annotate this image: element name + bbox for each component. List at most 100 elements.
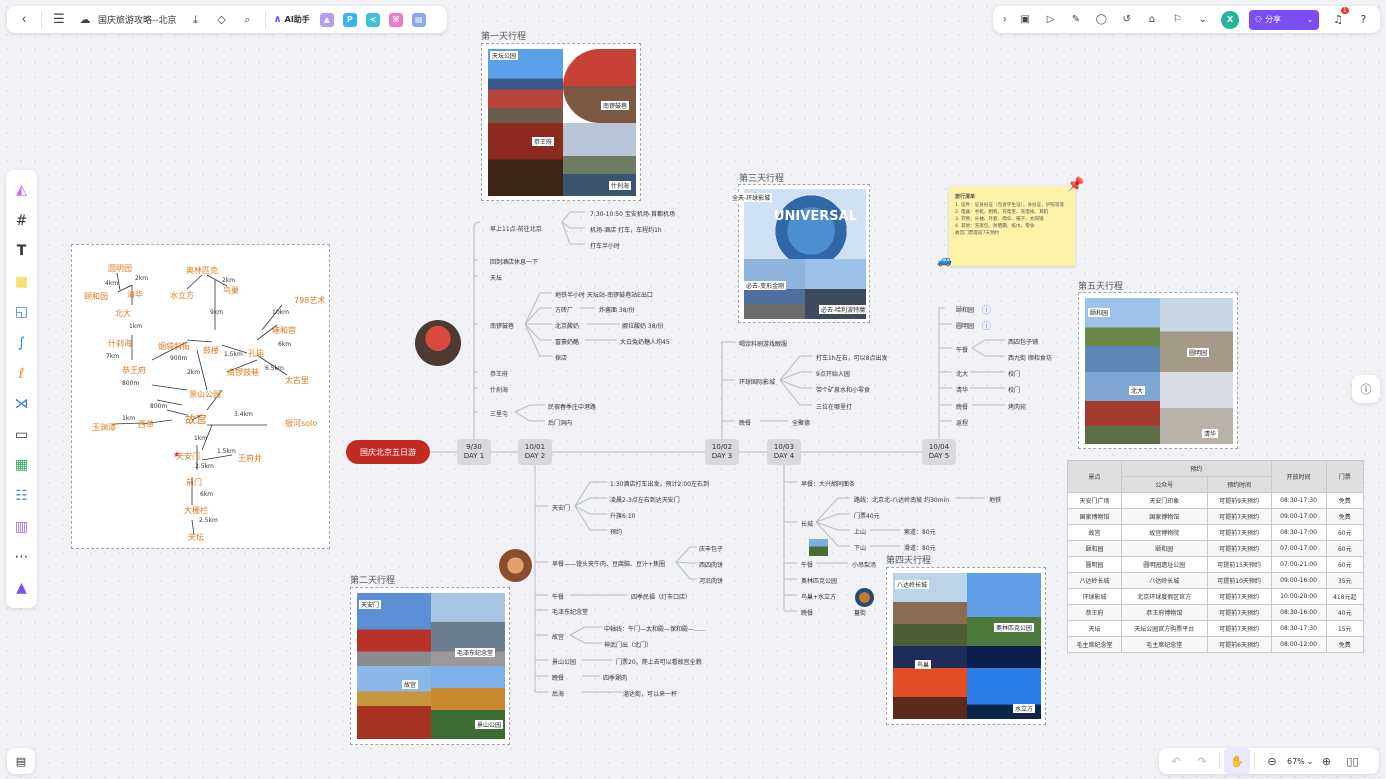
ppt-tool-icon[interactable]: P bbox=[342, 12, 357, 27]
mindmap-node[interactable]: 奥林匹克公园 bbox=[801, 576, 837, 585]
kanban-icon[interactable]: ▥ bbox=[4, 513, 40, 541]
mindmap-node[interactable]: 1:30酒店打车出发，预计2:00左右到 bbox=[610, 479, 709, 488]
mindmap-node[interactable]: 探店 bbox=[555, 353, 567, 362]
mindmap-node[interactable]: 庆丰包子 bbox=[699, 544, 723, 553]
mindmap-node[interactable]: 三位在哪里打 bbox=[816, 402, 852, 411]
redo-icon[interactable]: ↷ bbox=[1189, 748, 1215, 774]
template-gallery-icon[interactable]: ▲ bbox=[4, 574, 40, 602]
mindmap-node[interactable]: 早餐：大兴胡同面条 bbox=[801, 479, 855, 488]
mindmap-node[interactable]: 全聚德 bbox=[792, 418, 810, 427]
more-down-icon[interactable]: ⌄ bbox=[1190, 7, 1215, 33]
mindmap-node[interactable]: 喝饮料刷游戏眼服 bbox=[739, 339, 787, 348]
collapse-icon[interactable]: › bbox=[997, 7, 1013, 33]
day5-photo-frame[interactable]: 颐和园 圆明园 北大 清华 bbox=[1078, 292, 1238, 449]
mindmap-node[interactable]: 下山 bbox=[854, 543, 866, 552]
mindmap-node[interactable]: 方砖厂 bbox=[555, 305, 573, 314]
mindmap-node[interactable]: 神武门出（北门） bbox=[604, 640, 652, 649]
mindmap-node[interactable]: 中轴线：午门—太和殿—保和殿—…… bbox=[604, 624, 706, 633]
mindmap-node[interactable]: 天安门 bbox=[552, 503, 570, 512]
mindmap-node[interactable]: 西四肉饼 bbox=[699, 560, 723, 569]
day1-photo-frame[interactable]: 天坛公园 南锣鼓巷 恭王府 什刹海 bbox=[481, 43, 641, 201]
board-tool-icon[interactable]: ▤ bbox=[411, 12, 426, 27]
comment-icon[interactable]: ◯ bbox=[1089, 7, 1114, 33]
help-icon[interactable]: ? bbox=[1351, 7, 1376, 33]
mindmap-node[interactable]: 毛泽东纪念堂 bbox=[552, 607, 588, 616]
mindmap-node[interactable]: 天坛 bbox=[490, 273, 502, 282]
sticky-note-icon[interactable]: ■ bbox=[4, 268, 40, 296]
undo-icon[interactable]: ↶ bbox=[1163, 748, 1189, 774]
info-circle-icon[interactable]: ⓘ bbox=[982, 303, 991, 316]
play-icon[interactable]: ▷ bbox=[1038, 7, 1063, 33]
mindmap-node[interactable]: 大白兔奶糖人均45 bbox=[620, 337, 670, 346]
checklist-sticky-note[interactable]: 旅行清单 1. 证件：证身份证（包含学生证），身份证、护照等等 2. 电器：手机… bbox=[949, 186, 1075, 266]
mindmap-node[interactable]: 7:30-10:50 宝安机场-首都机场 bbox=[590, 209, 675, 218]
mindmap-node[interactable]: 南锣鼓巷 bbox=[490, 321, 514, 330]
hand-tool-icon[interactable]: ✋ bbox=[1224, 748, 1250, 774]
mindmap-node[interactable]: 校门 bbox=[1008, 369, 1020, 378]
tag-icon[interactable]: ◇ bbox=[209, 7, 235, 33]
mindmap-node[interactable]: 富豪奶酪 bbox=[555, 337, 579, 346]
day-node[interactable]: 10/03 DAY 4 bbox=[767, 439, 801, 465]
mindmap-node[interactable]: 颐和园 bbox=[956, 305, 974, 314]
mindmap-node[interactable]: 机场-酒店 打车，车程约1h bbox=[590, 225, 662, 234]
zoom-level[interactable]: 67% bbox=[1287, 757, 1305, 766]
menu-icon[interactable]: ☰ bbox=[46, 7, 72, 33]
day-node[interactable]: 9/30 DAY 1 bbox=[457, 439, 491, 465]
mindmap-node[interactable]: 预约 bbox=[610, 527, 622, 536]
search-icon[interactable]: ⌕ bbox=[235, 7, 261, 33]
mindmap-node[interactable]: 滑道：80元 bbox=[904, 543, 936, 552]
mindmap-node[interactable]: 四季民福（灯市口店） bbox=[631, 592, 691, 601]
mindmap-image-duck[interactable] bbox=[855, 588, 874, 607]
connector-icon[interactable]: ℓ bbox=[4, 360, 40, 388]
mindmap-node[interactable]: 环球国际影城 bbox=[739, 377, 775, 386]
hand-drawn-map-frame[interactable]: 圆明园 奥林匹克 颐和园 清华 水立方 鸟巢 北大 798艺术 什刹海 烟袋斜街… bbox=[71, 244, 330, 549]
mindmap-node[interactable]: 长城 bbox=[801, 519, 813, 528]
text-icon[interactable]: T bbox=[4, 237, 40, 265]
mindmap-node[interactable]: 晚餐 bbox=[956, 402, 968, 411]
day-node[interactable]: 10/02 DAY 3 bbox=[705, 439, 739, 465]
mindmap-node[interactable]: 圆明园 bbox=[956, 321, 974, 330]
mindmap-node[interactable]: 午餐 bbox=[552, 592, 564, 601]
avatar[interactable]: X bbox=[1221, 10, 1239, 29]
minimap-button[interactable]: ▤ bbox=[7, 748, 35, 774]
mindmap-node[interactable]: 门票40元 bbox=[854, 511, 880, 520]
mindmap-node[interactable]: 北大 bbox=[956, 369, 968, 378]
mindmap-node[interactable]: 鸟巢+水立方 bbox=[801, 592, 836, 601]
mindmap-node[interactable]: 索道：80元 bbox=[904, 527, 936, 536]
history-icon[interactable]: ↺ bbox=[1114, 7, 1139, 33]
mindmap-node[interactable]: 后海 bbox=[552, 689, 564, 698]
mindmap-node[interactable]: 烤肉宛 bbox=[1008, 402, 1026, 411]
more-icon[interactable]: ⋯ bbox=[4, 543, 40, 571]
mindmap-node[interactable]: 后门洞内 bbox=[548, 418, 572, 427]
mindmap-node[interactable]: 午餐 bbox=[956, 345, 968, 354]
mindmap-node[interactable]: 晚餐 bbox=[739, 418, 751, 427]
share-button[interactable]: ⚇ 分享 ⌄ bbox=[1248, 9, 1320, 30]
map-view-icon[interactable]: ▯▯ bbox=[1339, 748, 1365, 774]
back-icon[interactable]: ‹ bbox=[11, 7, 37, 33]
mindmap-node[interactable]: 午餐 bbox=[801, 560, 813, 569]
flag-icon[interactable]: ⚐ bbox=[1165, 7, 1190, 33]
mindmap-node[interactable]: 什刹海 bbox=[490, 385, 508, 394]
library-icon[interactable]: ⌂ bbox=[1139, 7, 1164, 33]
mindmap-node[interactable]: 北京酸奶 bbox=[555, 321, 579, 330]
mindmap-node[interactable]: 返程 bbox=[956, 418, 968, 427]
mindmap-node[interactable]: 打车1h左右，可以8点出发 bbox=[816, 353, 887, 362]
mindmap-node[interactable]: 9点开始入园 bbox=[816, 369, 850, 378]
mindmap-node[interactable]: 地铁半小时 天坛站-南锣鼓巷站E出口 bbox=[555, 290, 653, 299]
share-tool-icon[interactable]: ≺ bbox=[365, 12, 380, 27]
day2-photo-frame[interactable]: 天安门 毛泽东纪念堂 故宫 景山公园 bbox=[350, 587, 510, 745]
mindmap-node[interactable]: 打车半小时 bbox=[590, 241, 620, 250]
style-icon[interactable]: ✎ bbox=[1063, 7, 1088, 33]
day4-photo-frame[interactable]: 八达岭长城 奥林匹克公园 鸟巢 水立方 bbox=[886, 567, 1046, 725]
bell-icon[interactable]: ♫ 1 bbox=[1325, 6, 1350, 33]
list-icon[interactable]: ☷ bbox=[4, 482, 40, 510]
frame-icon[interactable]: # bbox=[4, 207, 40, 235]
download-icon[interactable]: ⤓ bbox=[183, 7, 209, 33]
chevron-down-icon[interactable]: ⌄ bbox=[1307, 757, 1314, 766]
mindmap-node[interactable]: 回到酒店休息一下 bbox=[490, 257, 538, 266]
info-panel-button[interactable]: ⓘ bbox=[1352, 375, 1380, 403]
mindmap-image-breakfast[interactable] bbox=[499, 549, 532, 582]
image-tool-icon[interactable]: ▲ bbox=[319, 12, 334, 27]
pen-icon[interactable]: ∫ bbox=[4, 329, 40, 357]
mindmap-node[interactable]: 娜拉酸奶 38/份 bbox=[622, 321, 664, 330]
